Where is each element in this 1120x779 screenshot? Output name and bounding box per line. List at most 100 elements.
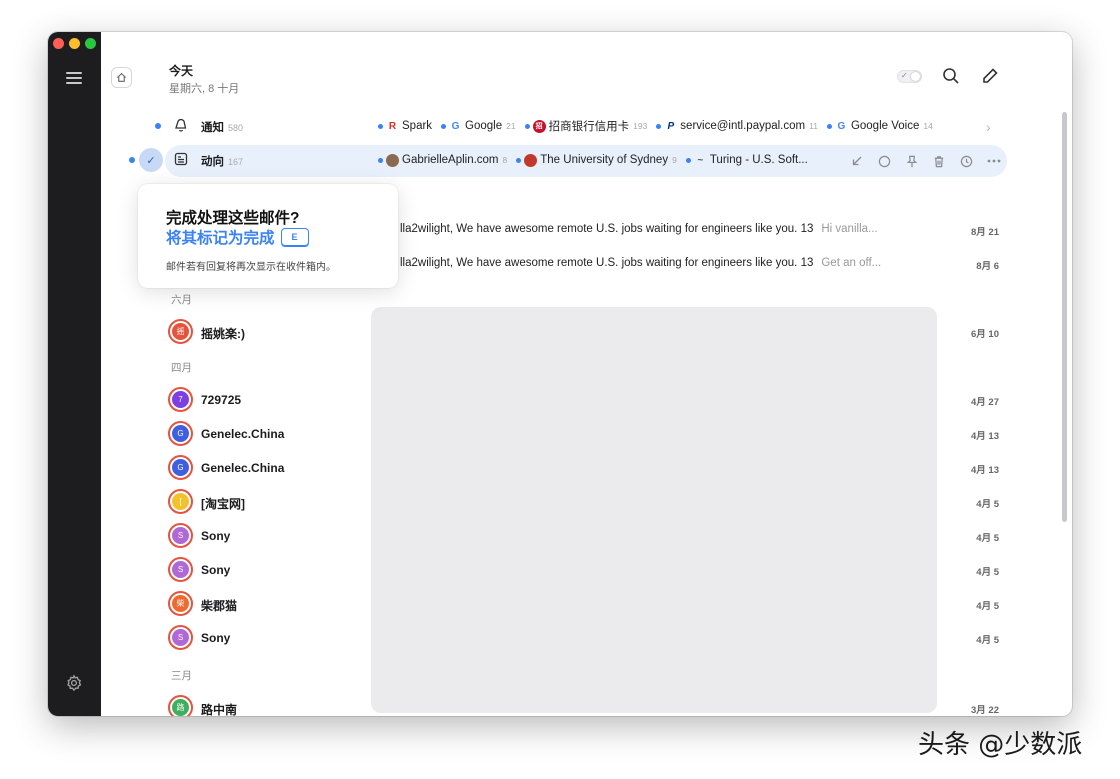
popup-note: 邮件若有回复将再次显示在收件箱内。 bbox=[166, 262, 336, 273]
snooze-clock-icon[interactable] bbox=[953, 155, 981, 168]
message-sender: 摇姚楽:) bbox=[201, 327, 245, 341]
message-row[interactable]: S Sony 4月 5 bbox=[48, 518, 1072, 552]
month-header: 三月 bbox=[171, 670, 192, 682]
sender-chips: GabrielleAplin.com 8 The University of Sy… bbox=[378, 144, 817, 176]
split-count: 167 bbox=[228, 157, 244, 167]
message-row[interactable]: S Sony 4月 5 bbox=[48, 620, 1072, 654]
chip-spark[interactable]: R Spark bbox=[378, 120, 432, 133]
turing-logo-icon: ~ bbox=[697, 154, 704, 166]
paypal-logo-icon: P bbox=[667, 120, 675, 132]
more-icon[interactable] bbox=[981, 159, 1009, 163]
message-date: 6月 10 bbox=[971, 329, 999, 340]
trash-icon[interactable] bbox=[926, 155, 954, 168]
unread-dot bbox=[129, 157, 135, 163]
avatar: 柴 bbox=[168, 591, 193, 616]
mark-done-popup: 完成处理这些邮件? 将其标记为完成 E 邮件若有回复将再次显示在收件箱内。 bbox=[138, 184, 398, 288]
chip-name: Turing - U.S. Soft... bbox=[709, 154, 808, 166]
compose-icon[interactable] bbox=[980, 66, 1000, 86]
split-notifications[interactable]: 通知 580 R Spark G Google 21 招招商银行信用卡 193 Pserv… bbox=[48, 110, 1072, 142]
message-row[interactable]: [ [淘宝网] 4月 5 bbox=[48, 484, 1072, 518]
minimize-window-button[interactable] bbox=[69, 38, 80, 49]
university-logo-icon bbox=[524, 153, 538, 167]
avatar: S bbox=[168, 523, 193, 548]
message-date: 3月 22 bbox=[971, 705, 999, 716]
chip-turing[interactable]: ~ Turing - U.S. Soft... bbox=[685, 154, 808, 167]
chip-count: 14 bbox=[923, 121, 933, 131]
popup-action-label: 将其标记为完成 bbox=[166, 230, 275, 247]
message-sender: [淘宝网] bbox=[201, 497, 245, 511]
check-icon: ✓ bbox=[901, 71, 908, 80]
row-actions bbox=[843, 145, 1008, 177]
chip-paypal[interactable]: Pservice@intl.paypal.com 11 bbox=[656, 120, 818, 133]
message-row[interactable]: S Sony 4月 5 bbox=[48, 552, 1072, 586]
message-preview: Get an off... bbox=[821, 257, 882, 269]
close-window-button[interactable] bbox=[53, 38, 64, 49]
scrollbar[interactable] bbox=[1062, 112, 1067, 522]
chip-cmb[interactable]: 招招商银行信用卡 193 bbox=[524, 118, 648, 134]
avatar-icon bbox=[386, 153, 399, 167]
home-button[interactable] bbox=[111, 67, 132, 88]
message-date: 4月 5 bbox=[976, 635, 999, 646]
message-subject: lla2wilight, We have awesome remote U.S.… bbox=[400, 257, 814, 269]
chip-google-voice[interactable]: G Google Voice 14 bbox=[826, 120, 933, 133]
message-date: 4月 13 bbox=[971, 465, 999, 476]
message-date: 8月 21 bbox=[971, 227, 999, 238]
avatar: 7 bbox=[168, 387, 193, 412]
chip-name: Google bbox=[465, 120, 503, 132]
move-icon[interactable] bbox=[843, 155, 871, 167]
chevron-right-icon[interactable]: › bbox=[986, 119, 991, 135]
message-preview: Hi vanilla... bbox=[821, 223, 878, 235]
month-header: 六月 bbox=[171, 294, 192, 306]
shortcut-key-badge: E bbox=[280, 228, 309, 246]
split-updates[interactable]: 动向 167 GabrielleAplin.com 8 The University… bbox=[48, 144, 843, 176]
message-row[interactable]: 摇 摇姚楽:) 6月 10 bbox=[48, 314, 1072, 348]
avatar: 路 bbox=[168, 695, 193, 716]
popup-title: 完成处理这些邮件? bbox=[166, 210, 300, 227]
chip-count: 21 bbox=[506, 121, 516, 131]
message-date: 4月 5 bbox=[976, 601, 999, 612]
zoom-window-button[interactable] bbox=[85, 38, 96, 49]
message-sender: Sony bbox=[201, 529, 231, 543]
message-date: 4月 5 bbox=[976, 567, 999, 578]
message-date: 4月 13 bbox=[971, 431, 999, 442]
chip-name: GabrielleAplin.com bbox=[402, 154, 499, 166]
popup-action[interactable]: 将其标记为完成 E bbox=[166, 226, 309, 248]
chip-count: 9 bbox=[672, 155, 677, 165]
message-row[interactable]: G Genelec.China 4月 13 bbox=[48, 416, 1072, 450]
message-date: 4月 27 bbox=[971, 397, 999, 408]
chip-count: 8 bbox=[502, 155, 508, 165]
message-date: 4月 5 bbox=[976, 533, 999, 544]
chip-name: 招商银行信用卡 bbox=[548, 121, 630, 133]
chip-name: service@intl.paypal.com bbox=[680, 120, 806, 132]
split-label: 动向 bbox=[201, 156, 224, 168]
message-subject: lla2wilight, We have awesome remote U.S.… bbox=[400, 223, 814, 235]
message-row[interactable]: 路 路中南 3月 22 bbox=[48, 690, 1072, 716]
month-header: 四月 bbox=[171, 362, 192, 374]
chip-gabrielle[interactable]: GabrielleAplin.com 8 bbox=[378, 153, 508, 167]
google-logo-icon: G bbox=[451, 120, 460, 132]
page-date: 星期六, 8 十月 bbox=[169, 83, 240, 95]
newsletter-icon bbox=[174, 152, 188, 166]
message-row[interactable]: 7 729725 4月 27 bbox=[48, 382, 1072, 416]
avatar: G bbox=[168, 421, 193, 446]
search-icon[interactable] bbox=[941, 66, 961, 86]
pin-icon[interactable] bbox=[898, 155, 926, 168]
chip-count: 193 bbox=[633, 121, 648, 131]
message-sender: Sony bbox=[201, 563, 231, 577]
message-row[interactable]: 柴 柴郡猫 4月 5 bbox=[48, 586, 1072, 620]
split-count: 580 bbox=[228, 123, 244, 133]
done-toggle[interactable]: ✓ bbox=[897, 70, 922, 83]
avatar: G bbox=[168, 455, 193, 480]
message-row[interactable]: G Genelec.China 4月 13 bbox=[48, 450, 1072, 484]
message-sender: 路中南 bbox=[201, 703, 238, 716]
done-circle-icon[interactable] bbox=[871, 155, 899, 168]
message-date: 4月 5 bbox=[976, 499, 999, 510]
avatar: S bbox=[168, 557, 193, 582]
menu-icon[interactable] bbox=[66, 72, 82, 84]
chip-usyd[interactable]: The University of Sydney 9 bbox=[516, 153, 677, 167]
chip-google[interactable]: G Google 21 bbox=[441, 120, 516, 133]
message-sender: Genelec.China bbox=[201, 461, 285, 475]
chip-name: Spark bbox=[402, 120, 433, 132]
chip-name: Google Voice bbox=[850, 120, 920, 132]
chip-count: 11 bbox=[809, 121, 818, 131]
